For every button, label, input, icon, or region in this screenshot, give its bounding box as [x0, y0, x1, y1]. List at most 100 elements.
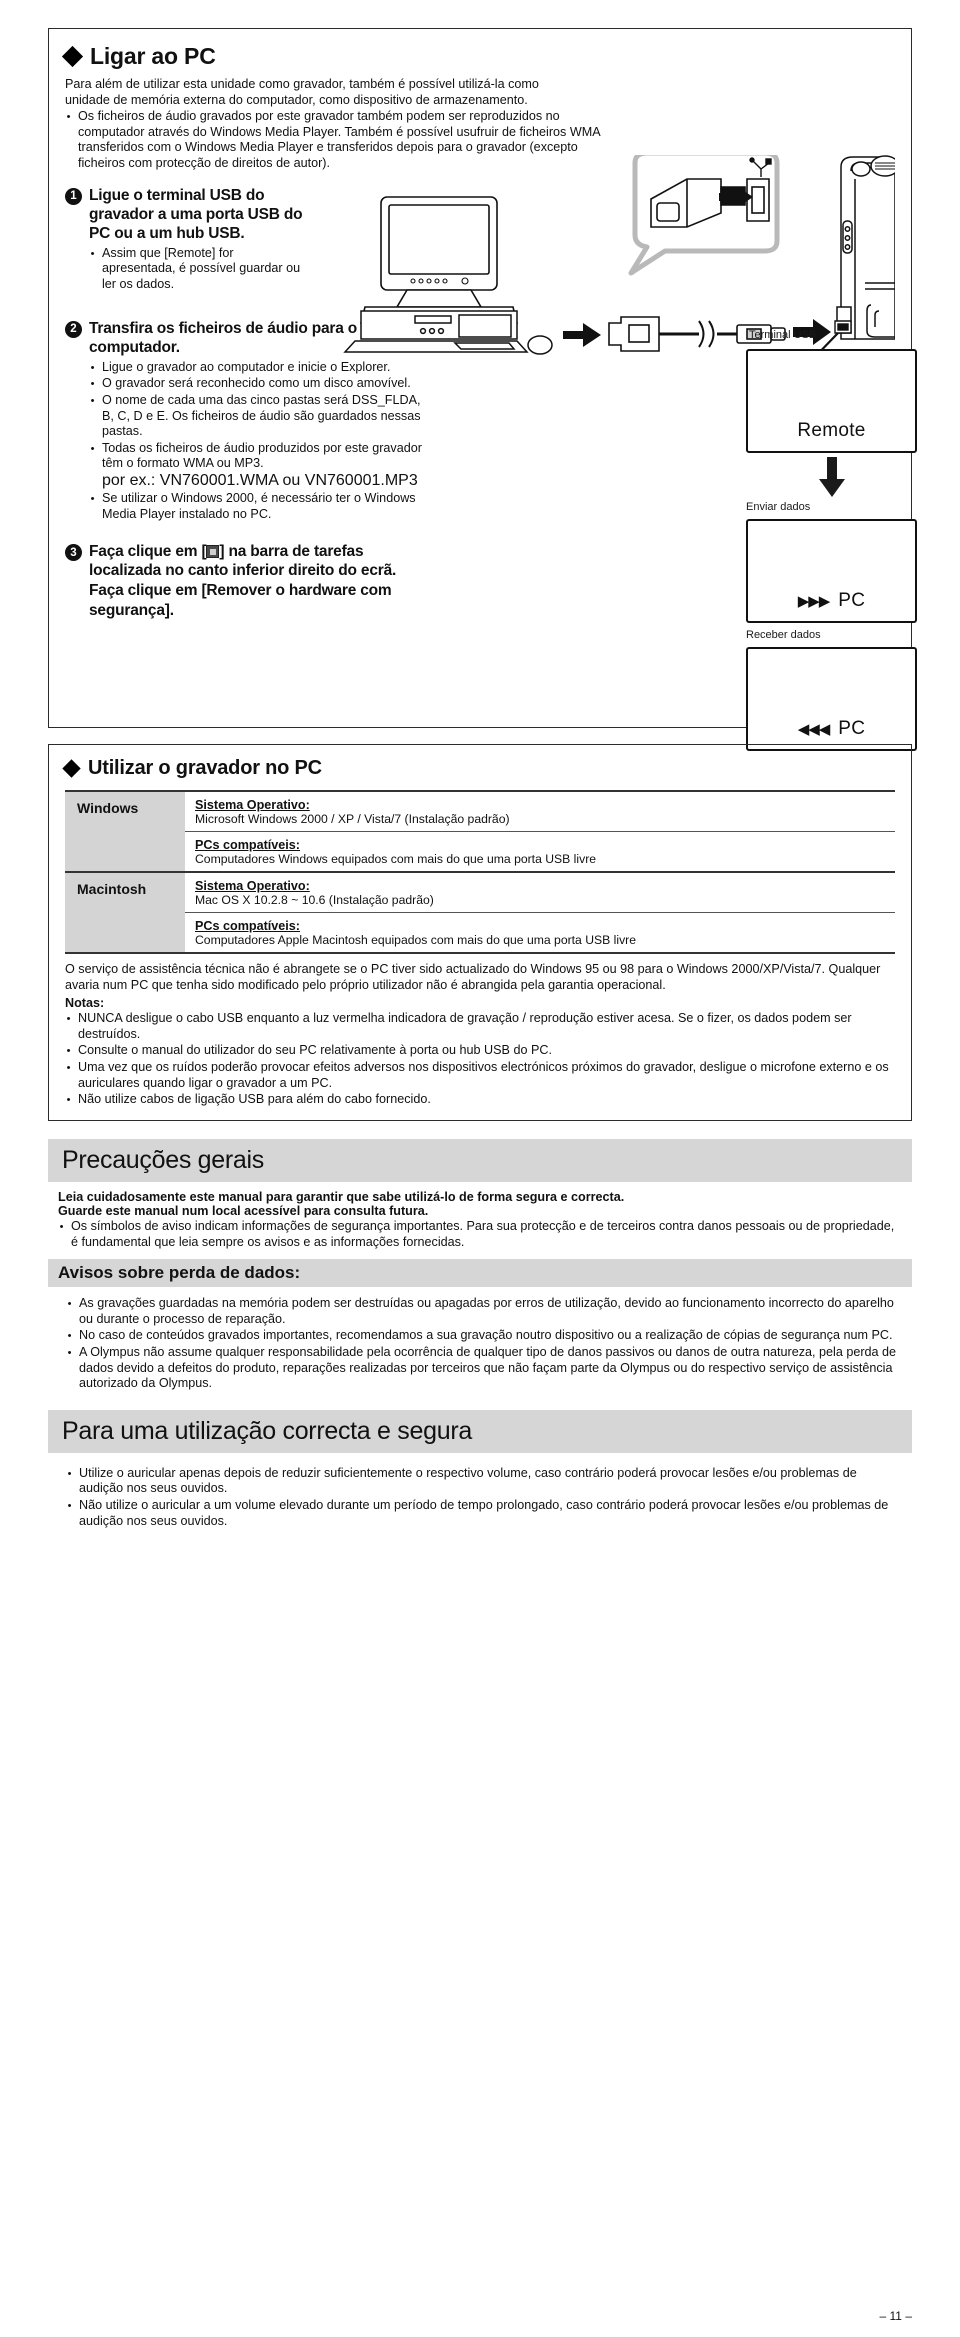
- platform-windows-cell: Windows: [65, 790, 185, 873]
- list-item: Utilize o auricular apenas depois de red…: [66, 1466, 904, 1497]
- safe-use-bullets: Utilize o auricular apenas depois de red…: [48, 1453, 912, 1529]
- section-title-text: Utilizar o gravador no PC: [88, 757, 322, 779]
- step-3-heading-pre: Faça clique em [: [89, 543, 207, 561]
- connect-to-pc-panel: Ligar ao PC Para além de utilizar esta u…: [48, 28, 917, 751]
- usb-connection-illustration: [343, 155, 895, 355]
- step-1: 1 Ligue o terminal USB do gravador a uma…: [65, 186, 305, 293]
- list-item-text: O nome de cada uma das cinco pastas será…: [102, 393, 421, 439]
- tray-icon: [206, 545, 220, 559]
- list-item: O gravador será reconhecido como um disc…: [89, 376, 435, 392]
- compat-label: PCs compatíveis:: [195, 838, 300, 852]
- bullet-icon: [66, 1328, 73, 1344]
- precautions-bullets: Os símbolos de aviso indicam informações…: [58, 1219, 904, 1250]
- diamond-bullet-icon: [62, 759, 81, 778]
- list-item-text: NUNCA desligue o cabo USB enquanto a luz…: [78, 1011, 852, 1041]
- receive-data-label: Receber dados: [746, 629, 821, 641]
- mac-os-cell: Sistema Operativo: Mac OS X 10.2.8 ~ 10.…: [185, 872, 895, 913]
- windows-os-cell: Sistema Operativo: Microsoft Windows 200…: [185, 790, 895, 832]
- list-item-text: Não utilize cabos de ligação USB para al…: [78, 1092, 431, 1107]
- os-value: Microsoft Windows 2000 / XP / Vista/7 (I…: [195, 812, 510, 826]
- intro-paragraph: Para além de utilizar esta unidade como …: [65, 77, 539, 107]
- safe-use-heading: Para uma utilização correcta e segura: [48, 1409, 912, 1453]
- step-3: 3 Faça clique em [ ] na barra de tarefas…: [65, 542, 425, 619]
- system-requirements-panel: Utilizar o gravador no PC Windows Sistem…: [48, 744, 912, 1121]
- list-item-text: A Olympus não assume qualquer responsabi…: [79, 1344, 897, 1391]
- list-item: No caso de conteúdos gravados importante…: [66, 1328, 904, 1344]
- bullet-icon: [66, 1466, 73, 1497]
- rewind-triangles-icon: ◀◀◀: [797, 721, 831, 738]
- list-item: As gravações guardadas na memória podem …: [66, 1296, 904, 1327]
- precautions-heading: Precauções gerais: [48, 1138, 912, 1182]
- diamond-bullet-icon: [61, 45, 84, 68]
- bullet-icon: [65, 1060, 72, 1091]
- list-item: Se utilizar o Windows 2000, é necessário…: [89, 491, 435, 522]
- step-3-line2-post: ].: [164, 601, 174, 619]
- compat-label: PCs compatíveis:: [195, 919, 300, 933]
- compat-value: Computadores Windows equipados com mais …: [195, 852, 597, 866]
- bullet-icon: [65, 109, 72, 171]
- list-item-text: Uma vez que os ruídos poderão provocar e…: [78, 1060, 889, 1090]
- step-number-badge: 1: [65, 187, 82, 205]
- list-item-text: Não utilize o auricular a um volume elev…: [79, 1498, 889, 1528]
- list-item: Todas os ficheiros de áudio produzidos p…: [89, 441, 435, 472]
- list-item-text: Utilize o auricular apenas depois de red…: [79, 1465, 857, 1496]
- lcd-remote-text: Remote: [797, 420, 866, 441]
- bullet-icon: [89, 441, 96, 472]
- send-data-label: Enviar dados: [746, 501, 811, 513]
- data-loss-bullets: As gravações guardadas na memória podem …: [48, 1287, 912, 1392]
- lcd-screen-send-pc: ▶▶▶ PC: [746, 519, 917, 623]
- list-item: NUNCA desligue o cabo USB enquanto a luz…: [65, 1011, 895, 1042]
- lcd-send-row: ▶▶▶ PC: [798, 590, 866, 612]
- step-2-example: por ex.: VN760001.WMA ou VN760001.MP3: [102, 472, 418, 490]
- manual-page: Ligar ao PC Para além de utilizar esta u…: [0, 0, 960, 2337]
- bullet-icon: [66, 1345, 73, 1392]
- bullet-icon: [89, 246, 96, 293]
- list-item-text: Consulte o manual do utilizador do seu P…: [78, 1043, 552, 1058]
- precautions-body: Leia cuidadosamente este manual para gar…: [48, 1182, 912, 1250]
- os-label: Sistema Operativo:: [195, 798, 310, 812]
- play-triangles-icon: ▶▶▶: [797, 593, 831, 610]
- step-number-badge: 3: [65, 544, 82, 562]
- list-item-text: O gravador será reconhecido como um disc…: [102, 376, 411, 391]
- notes-list: NUNCA desligue o cabo USB enquanto a luz…: [65, 1011, 895, 1108]
- section-title-connect-pc: Ligar ao PC: [61, 43, 897, 70]
- list-item-text: Todas os ficheiros de áudio produzidos p…: [102, 440, 422, 471]
- lcd-send-pc-text: PC: [838, 590, 866, 611]
- list-item: Os símbolos de aviso indicam informações…: [58, 1219, 904, 1250]
- list-item-text: Os símbolos de aviso indicam informações…: [71, 1218, 895, 1249]
- section-title-text: Ligar ao PC: [90, 43, 216, 69]
- windows-compat-cell: PCs compatíveis: Computadores Windows eq…: [185, 831, 895, 873]
- page-number: – 11 –: [879, 2309, 912, 2323]
- precautions-lead-2: Guarde este manual num local acessível p…: [58, 1203, 429, 1218]
- bullet-icon: [89, 376, 96, 392]
- step-1-bullets: Assim que [Remote] for apresentada, é po…: [89, 246, 305, 293]
- os-label: Sistema Operativo:: [195, 879, 310, 893]
- list-item-text: No caso de conteúdos gravados importante…: [79, 1328, 893, 1343]
- notes-label: Notas:: [65, 996, 105, 1011]
- list-item: Não utilize cabos de ligação USB para al…: [65, 1092, 895, 1108]
- list-item: Assim que [Remote] for apresentada, é po…: [89, 246, 305, 293]
- precautions-lead-1: Leia cuidadosamente este manual para gar…: [58, 1189, 625, 1204]
- bullet-icon: [66, 1296, 73, 1327]
- list-item-text: Se utilizar o Windows 2000, é necessário…: [102, 491, 416, 521]
- list-item: Uma vez que os ruídos poderão provocar e…: [65, 1060, 895, 1091]
- table-row: Macintosh Sistema Operativo: Mac OS X 10…: [65, 872, 895, 954]
- bullet-icon: [65, 1011, 72, 1042]
- bullet-icon: [65, 1043, 72, 1059]
- table-row: PCs compatíveis: Computadores Windows eq…: [65, 831, 895, 873]
- usb-terminal-label: Terminal USB: [749, 329, 817, 341]
- compat-value: Computadores Apple Macintosh equipados c…: [195, 933, 637, 947]
- lcd-receive-row: ◀◀◀ PC: [798, 718, 866, 740]
- step-2-bullets: Ligue o gravador ao computador e inicie …: [89, 360, 435, 523]
- step-1-heading: Ligue o terminal USB do gravador a uma p…: [89, 186, 303, 242]
- lcd-screen-receive-pc: ◀◀◀ PC: [746, 647, 917, 751]
- step-3-heading: Faça clique em [ ] na barra de tarefas l…: [89, 542, 425, 619]
- bullet-icon: [65, 1092, 72, 1108]
- table-row: Windows Sistema Operativo: Microsoft Win…: [65, 790, 895, 873]
- lcd-screen-remote: Remote: [746, 349, 917, 453]
- list-item: Consulte o manual do utilizador do seu P…: [65, 1043, 895, 1059]
- os-value: Mac OS X 10.2.8 ~ 10.6 (Instalação padrã…: [195, 893, 434, 907]
- list-item-text: Ligue o gravador ao computador e inicie …: [102, 359, 391, 374]
- data-loss-heading: Avisos sobre perda de dados:: [48, 1259, 912, 1288]
- list-item: Ligue o gravador ao computador e inicie …: [89, 360, 435, 376]
